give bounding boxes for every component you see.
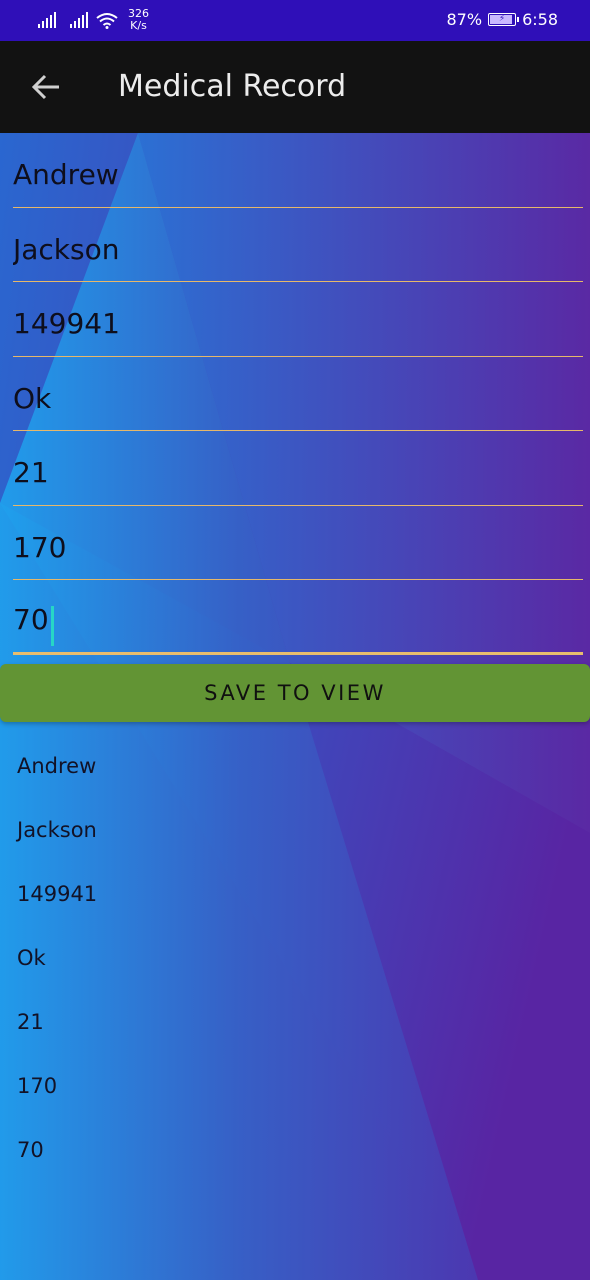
battery-icon: ⚡: [488, 13, 520, 26]
age-field: [13, 431, 583, 506]
page-title: Medical Record: [118, 69, 347, 104]
signal-icon: [70, 12, 88, 28]
weight-input[interactable]: [13, 593, 583, 652]
last-name-field: [13, 208, 583, 282]
saved-record-list: Andrew Jackson 149941 Ok 21 170 70: [17, 734, 97, 1182]
list-item: Ok: [17, 946, 46, 970]
app-bar: Medical Record: [0, 41, 590, 133]
first-name-input[interactable]: [13, 148, 583, 207]
list-item: 70: [17, 1138, 44, 1162]
height-field: [13, 506, 583, 580]
network-speed-unit: K/s: [130, 19, 147, 32]
status-bar-left: 326 K/s: [38, 8, 149, 32]
list-item: Andrew: [17, 754, 97, 778]
network-speed: 326 K/s: [128, 8, 149, 32]
height-input[interactable]: [13, 521, 583, 579]
first-name-field: [13, 133, 583, 208]
status-bar: 326 K/s 87% ⚡ 6:58: [0, 0, 590, 41]
last-name-input[interactable]: [13, 223, 583, 281]
text-cursor: [50, 605, 54, 646]
clock-time: 6:58: [522, 10, 558, 29]
list-item: 170: [17, 1074, 58, 1098]
list-item: 21: [17, 1010, 44, 1034]
wifi-icon: [96, 12, 118, 29]
status-bar-right: 87% ⚡ 6:58: [447, 10, 559, 29]
record-id-field: [13, 282, 583, 357]
save-to-view-button[interactable]: SAVE TO VIEW: [0, 664, 590, 722]
list-item: 149941: [17, 882, 98, 906]
age-input[interactable]: [13, 446, 583, 505]
weight-field: [13, 580, 583, 655]
screen: 326 K/s 87% ⚡ 6:58 Medical Record Andrew…: [0, 0, 590, 1280]
medical-record-form: [13, 133, 583, 655]
arrow-left-icon[interactable]: [28, 69, 64, 105]
battery-percent: 87%: [446, 10, 483, 29]
status-input[interactable]: [13, 372, 583, 430]
signal-icon: [38, 12, 56, 28]
status-field: [13, 357, 583, 431]
list-item: Jackson: [17, 818, 97, 842]
record-id-input[interactable]: [13, 297, 583, 356]
